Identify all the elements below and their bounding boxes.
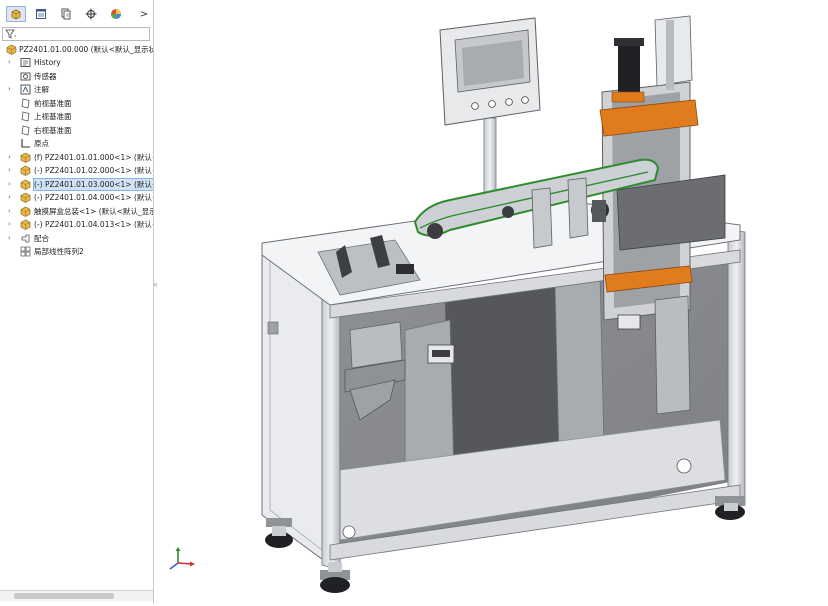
plane-icon: [21, 111, 30, 122]
conveyor-roller-mid: [502, 206, 514, 218]
tree-item[interactable]: › (f) PZ2401.01.01.000<1> (默认<默: [0, 151, 153, 164]
expand-chevron-icon[interactable]: ›: [8, 180, 14, 189]
tree-root-assembly[interactable]: PZ2401.01.00.000 (默认<默认_显示状: [0, 43, 153, 56]
tree-item-label: (-) PZ2401.01.04.013<1> (默认<<: [34, 220, 153, 229]
hmi-button-1: [471, 102, 479, 110]
tree-root-label: PZ2401.01.00.000 (默认<默认_显示状: [19, 45, 153, 54]
display-manager-icon: [111, 9, 121, 19]
hmi-button-4: [521, 96, 529, 104]
tree-item[interactable]: › 注解: [0, 83, 153, 96]
tree-item-label: 局部线性阵列2: [34, 247, 84, 256]
expand-chevron-icon[interactable]: ›: [8, 153, 14, 162]
caster-front-right: [715, 496, 745, 520]
tree-item[interactable]: › 配合: [0, 232, 153, 245]
tab-feature-manager[interactable]: [6, 6, 26, 22]
expand-chevron-icon[interactable]: ›: [8, 234, 14, 243]
tree-item[interactable]: › 触摸屏盒总装<1> (默认<默认_显示: [0, 205, 153, 218]
feature-manager-panel: > PZ2401.01.00.000 (默认<默认_显示状 › History 传感…: [0, 0, 154, 604]
subassembly-icon: [20, 152, 31, 163]
dimxpert-icon: [85, 8, 97, 20]
caster-front-left: [320, 562, 350, 593]
tree-item-label: (f) PZ2401.01.01.000<1> (默认<默: [34, 152, 153, 162]
expand-chevron-icon[interactable]: ›: [8, 166, 14, 175]
tree-item[interactable]: 传感器: [0, 70, 153, 83]
tree-item[interactable]: 前视基准面: [0, 97, 153, 110]
configuration-manager-icon: [61, 8, 71, 20]
front-right-post: [727, 229, 746, 506]
assembly-icon: [6, 44, 17, 55]
assembly-model: [261, 15, 746, 593]
graphics-viewport[interactable]: [160, 0, 828, 604]
filter-icon: [5, 29, 16, 39]
tab-property-manager[interactable]: [31, 6, 51, 22]
chevron-right-icon: >: [139, 8, 149, 20]
tree-item[interactable]: 原点: [0, 137, 153, 150]
front-left-post: [321, 277, 341, 571]
tab-configuration-manager[interactable]: [56, 6, 76, 22]
tree-item[interactable]: › (-) PZ2401.01.04.013<1> (默认<<: [0, 218, 153, 231]
tree-item-label: 上视基准面: [34, 112, 72, 121]
origin-icon: [21, 139, 30, 148]
reference-triad-icon: [169, 547, 195, 570]
plane-icon: [21, 125, 30, 135]
expand-chevron-icon[interactable]: ›: [8, 207, 14, 216]
subassembly-icon: [20, 192, 31, 203]
scrollbar-thumb[interactable]: [14, 593, 114, 599]
tree-item-label: 配合: [34, 233, 49, 243]
feature-manager-icon: [11, 9, 21, 20]
hmi-button-2: [488, 100, 496, 108]
tree-item[interactable]: › (-) PZ2401.01.04.000<1> (默认<默: [0, 191, 153, 204]
tower-lower-column: [654, 295, 691, 415]
servo-motor: [618, 42, 640, 96]
subassembly-icon: [20, 179, 31, 190]
tree-item-label: 前视基准面: [34, 98, 72, 108]
tree-item[interactable]: › (-) PZ2401.01.02.000<1> (默认<默: [0, 164, 153, 177]
tree-item-label: 注解: [34, 85, 49, 94]
tree-item[interactable]: 局部线性阵列2: [0, 245, 153, 258]
subassembly-icon: [20, 219, 31, 230]
property-manager-icon: [36, 9, 46, 19]
hmi-button-3: [505, 98, 513, 106]
tree-item-label: History: [34, 58, 61, 67]
sensor-icon: [20, 72, 31, 80]
tree-filter-input[interactable]: [2, 27, 150, 41]
expand-chevron-icon[interactable]: ›: [8, 220, 14, 229]
tree-item-label: 右视基准面: [34, 125, 72, 135]
plane-icon: [21, 98, 30, 108]
mates-icon: [21, 234, 30, 242]
tree-item[interactable]: 右视基准面: [0, 124, 153, 137]
tree-item-label: (-) PZ2401.01.03.000<1> (默认<默: [33, 177, 153, 191]
tab-dimxpert-manager[interactable]: [81, 6, 101, 22]
tree-item-label: (-) PZ2401.01.04.000<1> (默认<默: [34, 193, 153, 202]
subassembly-icon: [20, 206, 31, 217]
annotation-icon: [20, 84, 31, 95]
tab-display-manager[interactable]: [106, 6, 126, 22]
tree-item[interactable]: › History: [0, 56, 153, 69]
tree-item[interactable]: › (-) PZ2401.01.03.000<1> (默认<默: [0, 177, 153, 191]
tree-horizontal-scrollbar[interactable]: [0, 590, 153, 601]
tree-item[interactable]: 上视基准面: [0, 110, 153, 123]
history-icon: [20, 58, 31, 67]
expand-chevron-icon[interactable]: ›: [8, 58, 14, 67]
tabs-more-button[interactable]: >: [134, 6, 154, 22]
tree-item-label: (-) PZ2401.01.02.000<1> (默认<默: [34, 166, 153, 175]
pattern-icon: [20, 246, 31, 257]
tree-item-label: 触摸屏盒总装<1> (默认<默认_显示: [34, 206, 153, 216]
tree-item-label: 原点: [34, 139, 49, 148]
expand-chevron-icon[interactable]: ›: [8, 85, 14, 94]
manager-tabs: >: [0, 4, 153, 24]
panel-collapse-handle[interactable]: «: [153, 280, 159, 300]
subassembly-icon: [20, 165, 31, 176]
conveyor-roller-left: [427, 223, 443, 239]
lift-module: [349, 321, 403, 369]
conveyor-support: [531, 187, 553, 249]
expand-chevron-icon[interactable]: ›: [8, 193, 14, 202]
tree-item-label: 传感器: [34, 71, 57, 81]
